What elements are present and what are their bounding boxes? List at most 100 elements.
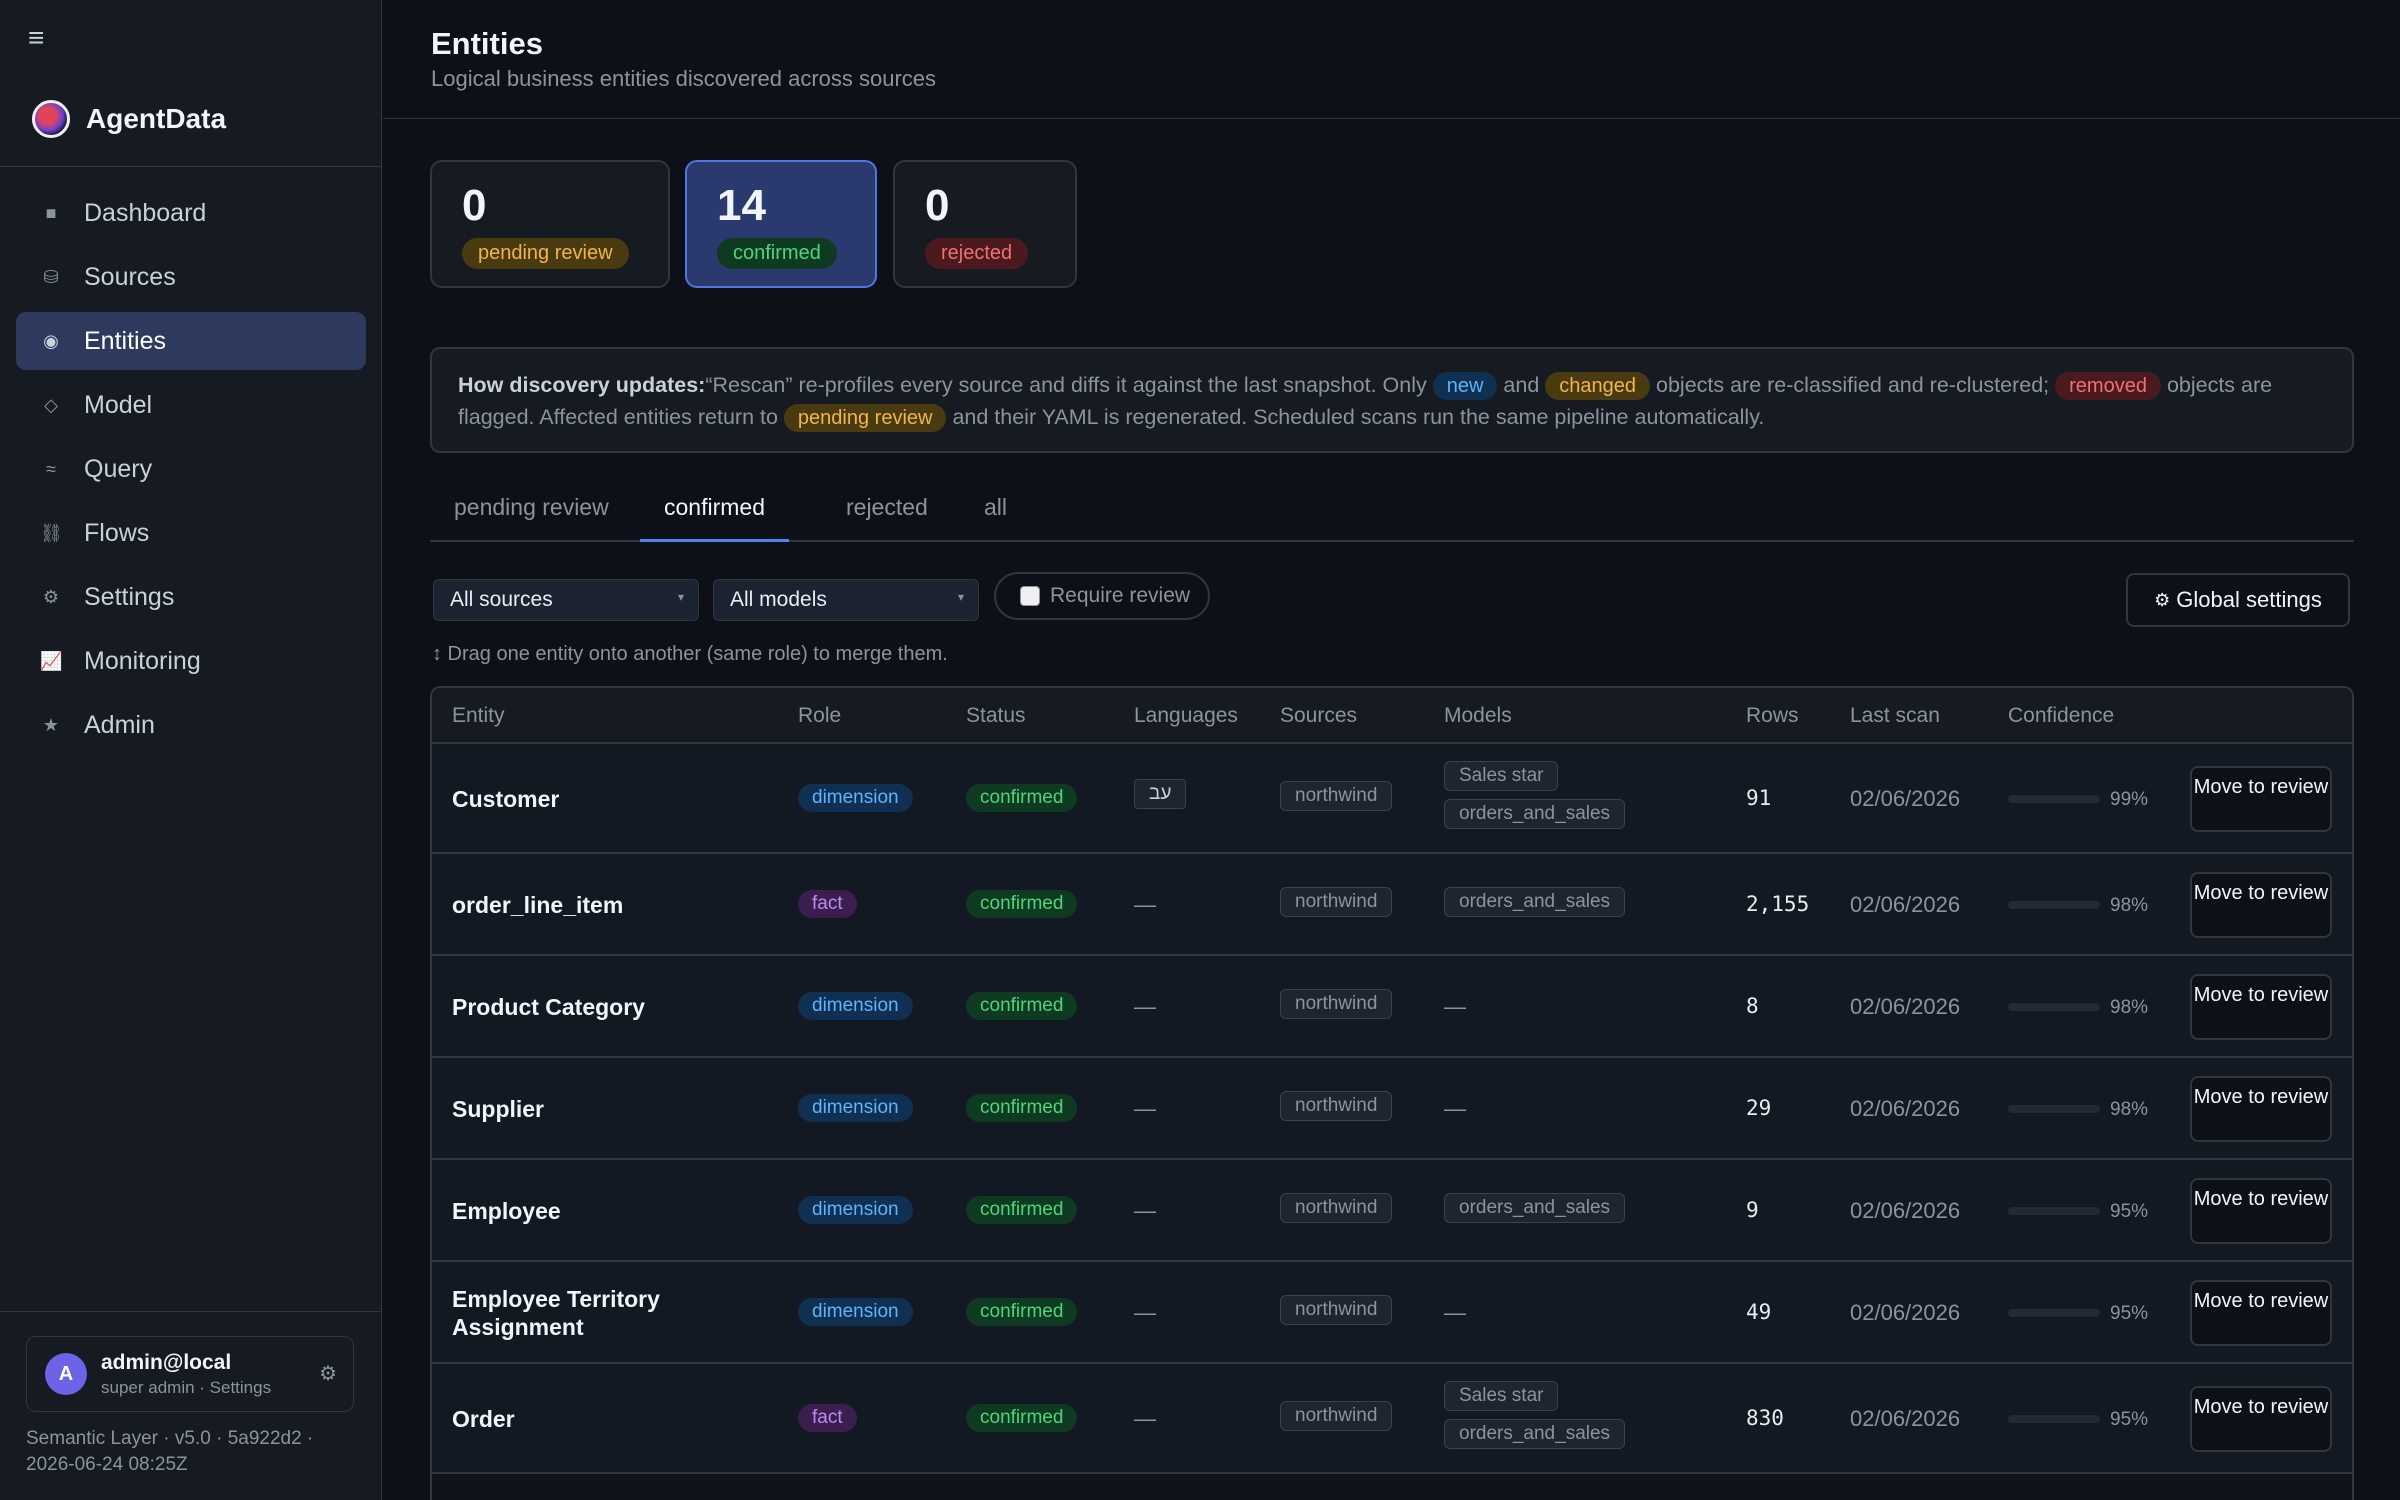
table-row[interactable]: Product Category dimension confirmed — north… (432, 956, 2352, 1058)
model-chip[interactable]: Sales star (1444, 1381, 1559, 1411)
sidebar-item-entities[interactable]: ◉ Entities (16, 312, 366, 370)
status-tabs: pending review confirmed rejected all (430, 480, 2354, 542)
move-to-review-button[interactable]: Move to review (2190, 1280, 2332, 1346)
sidebar-item-dashboard[interactable]: ■ Dashboard (16, 184, 366, 242)
confidence-bar (2008, 1309, 2100, 1317)
column-header[interactable]: Last scan (1850, 704, 1940, 728)
column-header[interactable]: Status (966, 704, 1026, 728)
column-header[interactable]: Languages (1134, 704, 1238, 728)
chevron-down-icon: ▾ (957, 590, 964, 604)
model-chip[interactable]: orders_and_sales (1444, 887, 1626, 917)
model-chip[interactable]: orders_and_sales (1444, 799, 1626, 829)
entity-name[interactable]: Employee Territory Assignment (452, 1285, 752, 1341)
tab-pending-review[interactable]: pending review (430, 494, 633, 542)
column-header[interactable]: Confidence (2008, 704, 2114, 728)
move-to-review-button[interactable]: Move to review (2190, 766, 2332, 832)
stat-card-rejected[interactable]: 0 rejected (893, 160, 1077, 288)
move-to-review-button[interactable]: Move to review (2190, 872, 2332, 938)
table-row[interactable]: Order fact confirmed — northwind Sales star or… (432, 1364, 2352, 1474)
entity-name[interactable]: Employee (452, 1197, 752, 1225)
require-review-checkbox[interactable] (1020, 586, 1040, 606)
move-to-review-button[interactable]: Move to review (2190, 974, 2332, 1040)
link-icon: ⛓ (40, 522, 63, 543)
sidebar-item-label: Sources (84, 262, 176, 291)
models-select[interactable]: All models ▾ (713, 579, 979, 621)
tab-confirmed[interactable]: confirmed (640, 494, 789, 542)
diamond-icon: ◇ (44, 394, 58, 415)
tab-rejected[interactable]: rejected (822, 494, 952, 542)
sidebar-item-settings[interactable]: ⚙ Settings (16, 568, 366, 626)
entity-name[interactable]: Product Category (452, 993, 752, 1021)
confidence-bar (2008, 1003, 2100, 1011)
entity-name[interactable]: Supplier (452, 1095, 752, 1123)
table-row[interactable]: Employee dimension confirmed — northwind orde… (432, 1160, 2352, 1262)
user-role: super admin · Settings (101, 1377, 272, 1397)
status-badge: confirmed (966, 784, 1078, 812)
removed-badge: removed (2055, 372, 2161, 400)
global-settings-label: Global settings (2176, 587, 2322, 612)
stat-card-confirmed[interactable]: 14 confirmed (685, 160, 877, 288)
require-review-toggle[interactable]: Require review (994, 572, 1210, 620)
gear-icon[interactable]: ⚙ (319, 1361, 337, 1386)
tab-all[interactable]: all (960, 494, 1031, 542)
role-badge: fact (798, 890, 857, 918)
sidebar-item-label: Model (84, 390, 153, 419)
column-header[interactable]: Entity (452, 704, 505, 728)
confidence-bar (2008, 1415, 2100, 1423)
sidebar-item-admin[interactable]: ★ Admin (16, 696, 366, 754)
star-icon: ★ (42, 714, 60, 735)
sidebar-item-flows[interactable]: ⛓ Flows (16, 504, 366, 562)
hamburger-icon[interactable]: ≡ (28, 22, 44, 54)
empty-value: — (1444, 994, 1466, 1019)
require-review-label: Require review (1050, 584, 1191, 607)
sidebar-item-label: Settings (84, 582, 175, 611)
confidence-value: 98% (2110, 1099, 2149, 1120)
move-to-review-button[interactable]: Move to review (2190, 1386, 2332, 1452)
sidebar-item-monitoring[interactable]: 📈 Monitoring (16, 632, 366, 690)
entity-name[interactable]: order_line_item (452, 891, 752, 919)
database-icon: ⛁ (43, 266, 59, 287)
entity-name[interactable]: Customer (452, 785, 752, 813)
model-chip[interactable]: orders_and_sales (1444, 1419, 1626, 1449)
brand[interactable]: AgentData (32, 100, 226, 138)
status-badge: confirmed (966, 1298, 1078, 1326)
table-row[interactable]: Employee Territory Assignment dimension co… (432, 1262, 2352, 1364)
gear-icon: ⚙ (42, 586, 60, 607)
query-icon: ≈ (46, 458, 56, 479)
column-header[interactable]: Role (798, 704, 841, 728)
sidebar-item-label: Monitoring (84, 646, 201, 675)
sidebar-item-label: Dashboard (84, 198, 207, 227)
column-header[interactable]: Sources (1280, 704, 1357, 728)
confidence-bar (2008, 1207, 2100, 1215)
table-row[interactable]: Customer dimension confirmed עב northwind Sal… (432, 744, 2352, 854)
dashboard-icon: ■ (45, 202, 57, 223)
page-title: Entities (431, 26, 543, 61)
confidence-value: 95% (2110, 1303, 2149, 1324)
column-header[interactable]: Models (1444, 704, 1512, 728)
sidebar-item-query[interactable]: ≈ Query (16, 440, 366, 498)
stat-count: 0 (462, 181, 487, 230)
entity-name[interactable]: Order (452, 1405, 752, 1433)
drag-hint: ↕ Drag one entity onto another (same rol… (432, 643, 948, 665)
table-row[interactable]: order_line_item fact confirmed — northwind or… (432, 854, 2352, 956)
row-count: 2,155 (1746, 892, 1810, 916)
info-heading: How discovery updates: (458, 373, 706, 397)
empty-value: — (1134, 1096, 1156, 1121)
user-card[interactable]: A admin@local super admin · Settings ⚙ (26, 1336, 354, 1412)
stat-card-pending[interactable]: 0 pending review (430, 160, 670, 288)
model-chip[interactable]: orders_and_sales (1444, 1193, 1626, 1223)
table-row[interactable]: Supplier dimension confirmed — northwind — 29 0… (432, 1058, 2352, 1160)
column-header[interactable]: Rows (1746, 704, 1799, 728)
global-settings-button[interactable]: ⚙ Global settings (2126, 573, 2350, 627)
source-chip: northwind (1280, 1193, 1393, 1223)
move-to-review-button[interactable]: Move to review (2190, 1076, 2332, 1142)
version-line: Semantic Layer · v5.0 · 5a922d2 · (26, 1428, 314, 1449)
sidebar-item-model[interactable]: ◇ Model (16, 376, 366, 434)
sources-select[interactable]: All sources ▾ (433, 579, 699, 621)
role-badge: fact (798, 1404, 857, 1432)
empty-value: — (1444, 1300, 1466, 1325)
model-chip[interactable]: Sales star (1444, 761, 1559, 791)
move-to-review-button[interactable]: Move to review (2190, 1178, 2332, 1244)
sidebar-item-sources[interactable]: ⛁ Sources (16, 248, 366, 306)
row-count: 830 (1746, 1406, 1784, 1430)
